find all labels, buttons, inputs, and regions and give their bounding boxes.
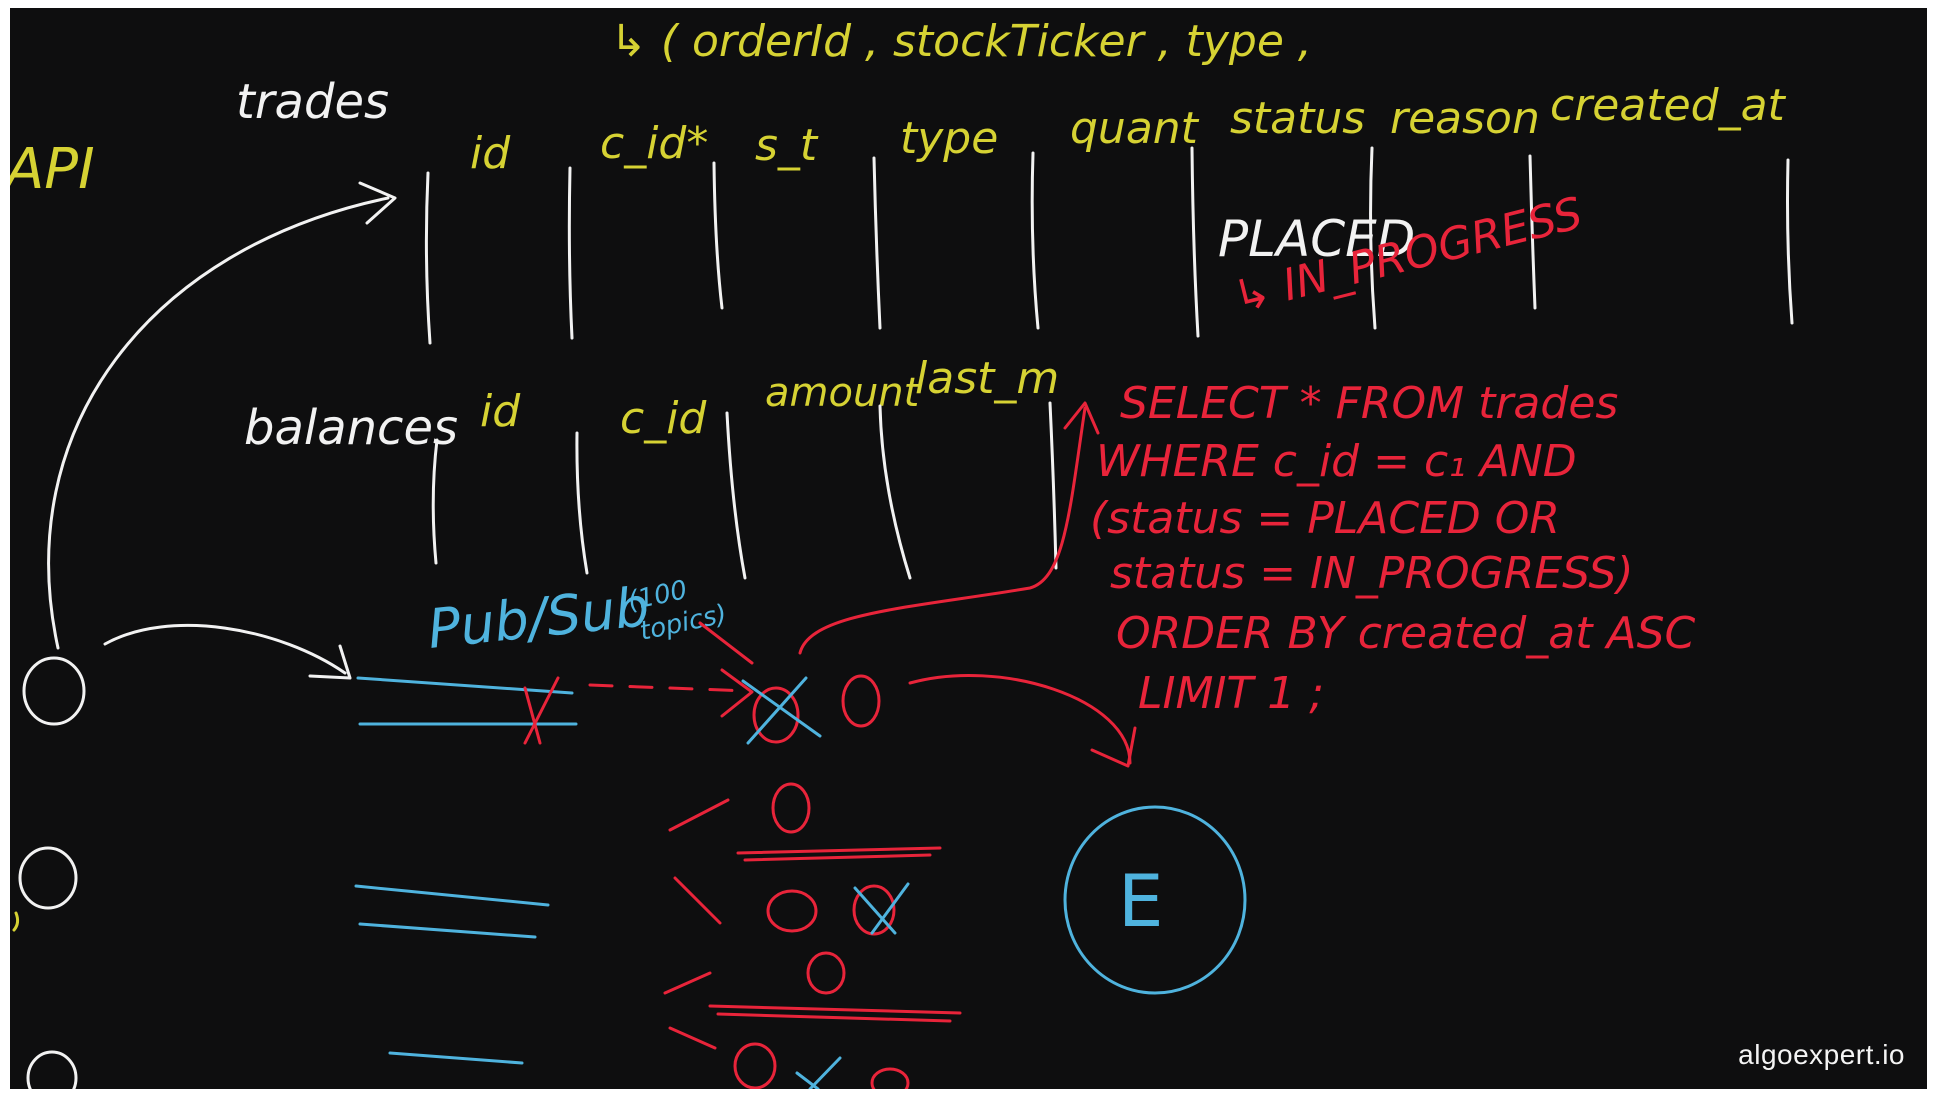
worker-7-cross — [795, 1056, 842, 1089]
worker-group-2-divider — [736, 846, 942, 862]
trades-col-quant: quant — [1070, 103, 1200, 154]
trades-column-dividers — [424, 146, 1794, 345]
dashed-arrowhead — [720, 668, 754, 718]
whiteboard-frame: ↳ ( orderId , stockTicker , type , API t… — [10, 8, 1927, 1089]
worker-circle-7 — [733, 1042, 777, 1089]
worker-circle-2 — [841, 674, 881, 728]
yellow-mark-left — [12, 911, 20, 932]
worker-circle-4 — [766, 889, 818, 933]
balances-label: balances — [244, 400, 458, 456]
watermark-logo: algoexpert.io — [1738, 1039, 1905, 1070]
sql-line-4: status = IN_PROGRESS) — [1110, 548, 1634, 599]
trades-label: trades — [236, 74, 389, 130]
worker-group-5-slash — [668, 1026, 717, 1050]
worker-group-3-divider — [708, 1004, 962, 1023]
balances-col-last-m: last_m — [915, 353, 1059, 404]
sql-line-2: WHERE c_id = c₁ AND — [1096, 436, 1577, 487]
worker-group-2-slash — [668, 798, 730, 832]
trades-col-reason: reason — [1390, 93, 1540, 144]
trades-col-id: id — [470, 128, 511, 179]
sql-query: SELECT * FROM trades WHERE c_id = c₁ AND… — [1090, 378, 1696, 719]
trades-col-type: type — [900, 113, 998, 164]
api-label: API — [10, 137, 95, 202]
sql-line-6: LIMIT 1 ; — [1138, 668, 1324, 719]
client-circle-1 — [22, 656, 86, 726]
trades-col-st: s_t — [755, 120, 819, 171]
sql-line-3: (status = PLACED OR — [1090, 493, 1560, 544]
sql-line-1: SELECT * FROM trades — [1120, 378, 1618, 429]
trades-col-status: status — [1230, 93, 1365, 144]
balances-col-cid: c_id — [620, 393, 707, 444]
engine-label: E — [1118, 859, 1164, 943]
balances-column-dividers — [431, 401, 1058, 580]
sql-line-5: ORDER BY created_at ASC — [1116, 608, 1696, 659]
client-circle-3 — [26, 1050, 78, 1089]
worker-to-engine-arrow — [908, 674, 1132, 765]
trades-col-cid: c_id* — [600, 118, 708, 169]
client-to-pubsub-arrow — [103, 623, 347, 675]
dashed-arrow-to-worker — [588, 683, 750, 693]
worker-to-query-arrow — [798, 406, 1087, 655]
worker-circle-6 — [806, 951, 846, 995]
worker-group-3-slash — [673, 876, 722, 925]
top-partial-text: ↳ ( orderId , stockTicker , type , — [610, 16, 1312, 67]
trades-col-created-at: created_at — [1550, 80, 1787, 131]
whiteboard-canvas: ↳ ( orderId , stockTicker , type , API t… — [10, 16, 1794, 1089]
crossed-message-mark — [523, 676, 560, 745]
worker-circle-8 — [870, 1067, 910, 1089]
balances-col-amount: amount — [765, 370, 921, 416]
worker-circle-3 — [771, 782, 811, 834]
balances-col-id: id — [480, 386, 521, 437]
pubsub-label: Pub/Sub — [425, 575, 652, 661]
pubsub-queues — [354, 676, 578, 1065]
client-circle-2 — [18, 846, 78, 910]
worker-group-4-slash — [663, 971, 712, 995]
